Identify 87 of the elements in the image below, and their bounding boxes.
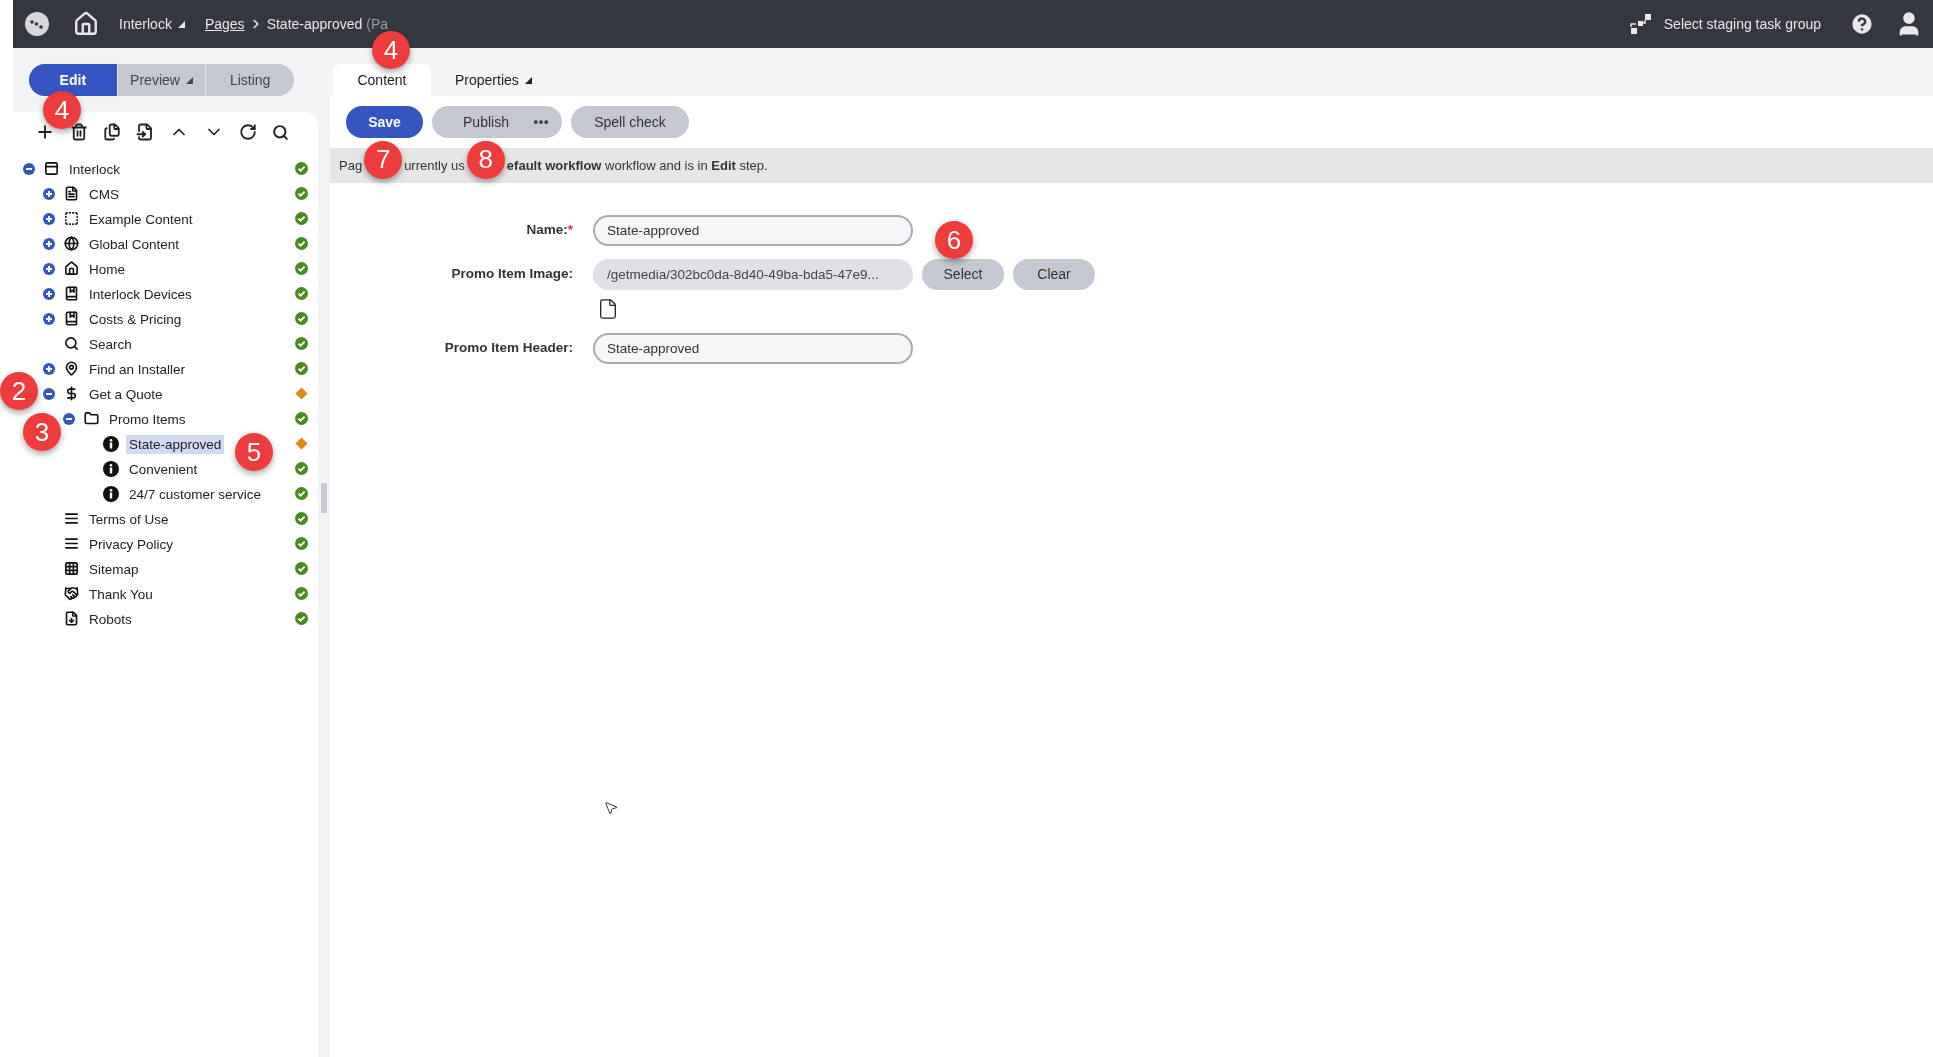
content-tab[interactable]: Properties [431, 64, 556, 96]
expand-toggle[interactable] [43, 312, 55, 325]
notice-text: efault workflow workflow and is in Edit step. [506, 156, 768, 175]
expand-toggle[interactable] [43, 187, 55, 200]
publish-button[interactable]: Publish [432, 111, 532, 133]
home-icon[interactable] [73, 11, 99, 37]
document-icon [63, 611, 79, 626]
media-path-field[interactable]: /getmedia/302bc0da-8d40-49ba-bda5-47e9... [593, 259, 913, 290]
splitter-handle[interactable] [321, 482, 327, 513]
move-icon[interactable] [136, 123, 154, 141]
tree-item[interactable]: Privacy Policy [86, 534, 177, 554]
search-icon [63, 336, 79, 351]
handshake-icon [63, 586, 79, 601]
tree-item[interactable]: Interlock [66, 159, 124, 179]
tree-item[interactable]: Convenient [126, 459, 201, 479]
refresh-icon[interactable] [239, 123, 257, 141]
expand-toggle[interactable] [43, 362, 55, 375]
page-type: (Pa [366, 14, 389, 34]
clear-button[interactable]: Clear [1013, 259, 1095, 290]
logo-icon[interactable] [25, 12, 49, 36]
folder-icon [83, 411, 99, 426]
text-field[interactable]: State-approved [593, 215, 913, 246]
house-icon [63, 261, 79, 276]
tree-item[interactable]: Search [86, 334, 135, 354]
field-label: Promo Item Image: [451, 265, 573, 284]
info-icon [103, 485, 119, 502]
callout-badge: 2 [0, 372, 38, 410]
notice-text: Pag [339, 156, 363, 175]
tree-item[interactable]: Get a Quote [86, 384, 166, 404]
document-icon [63, 186, 79, 201]
staging-icon[interactable] [1629, 13, 1652, 35]
mode-tab[interactable]: Listing [206, 64, 294, 96]
lines-icon [63, 511, 79, 526]
book-icon [63, 286, 79, 301]
breadcrumb-link[interactable]: Pages [204, 13, 245, 35]
copy-icon[interactable] [103, 123, 121, 141]
help-icon[interactable] [1849, 11, 1875, 37]
collapse-toggle[interactable] [63, 412, 75, 425]
book-icon [63, 311, 79, 326]
field-label: Name:* [526, 221, 573, 240]
tree-item[interactable]: Thank You [86, 584, 156, 604]
tree-item[interactable]: Sitemap [86, 559, 142, 579]
dashed-square-icon [63, 211, 79, 226]
grid-icon [63, 561, 79, 576]
collapse-toggle[interactable] [43, 387, 55, 400]
collapse-toggle[interactable] [23, 162, 35, 175]
globe-icon [63, 236, 79, 251]
spell-check-button[interactable]: Spell check [571, 106, 689, 138]
tree-item[interactable]: Find an Installer [86, 359, 189, 379]
tree-item[interactable]: Promo Items [106, 409, 189, 429]
save-button[interactable]: Save [346, 106, 423, 138]
lines-icon [63, 536, 79, 551]
staging-task-group[interactable]: Select staging task group [1663, 13, 1821, 35]
expand-toggle[interactable] [43, 212, 55, 225]
map-pin-icon [63, 361, 79, 376]
tree-item[interactable]: Global Content [86, 234, 183, 254]
tree-item[interactable]: State-approved [126, 434, 225, 454]
mouse-pointer-icon [603, 800, 619, 816]
mode-tab[interactable]: Edit [29, 64, 118, 96]
add-icon[interactable] [35, 122, 55, 142]
callout-badge: 8 [466, 140, 505, 179]
select-button[interactable]: Select [922, 259, 1004, 290]
tree-item[interactable]: Interlock Devices [86, 284, 195, 304]
tree-item[interactable]: Home [86, 259, 128, 279]
file-icon[interactable] [597, 298, 619, 320]
info-icon [103, 435, 119, 452]
info-icon [103, 460, 119, 477]
site-selector[interactable]: Interlock [119, 13, 185, 35]
layout-icon [43, 161, 59, 176]
text-field[interactable]: State-approved [593, 333, 913, 364]
tree-item[interactable]: 24/7 customer service [126, 484, 265, 504]
tree-item[interactable]: Costs & Pricing [86, 309, 185, 329]
content-tab[interactable]: Content [333, 64, 431, 96]
caret-icon [177, 20, 185, 28]
expand-toggle[interactable] [43, 287, 55, 300]
tree-item[interactable]: Example Content [86, 209, 196, 229]
page-title: State-approved [266, 14, 363, 34]
expand-toggle[interactable] [43, 237, 55, 250]
tree-item[interactable]: Terms of Use [86, 509, 172, 529]
tree-item[interactable]: CMS [86, 184, 122, 204]
field-label: Promo Item Header: [444, 339, 573, 358]
expand-toggle[interactable] [43, 262, 55, 275]
tree-item[interactable]: Robots [86, 609, 135, 629]
callout-badge: 7 [364, 140, 403, 179]
notice-text: urrently us [404, 156, 465, 175]
search-icon[interactable] [272, 123, 289, 141]
mode-tab[interactable]: Preview [117, 64, 207, 96]
